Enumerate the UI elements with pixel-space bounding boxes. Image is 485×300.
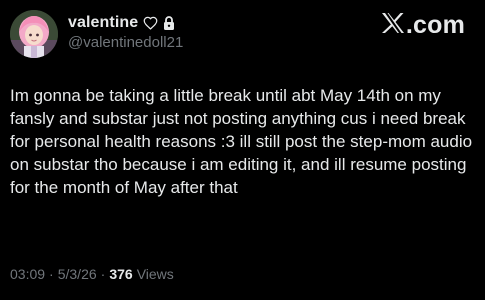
meta-separator: · — [49, 266, 54, 282]
views-count: 376 — [109, 266, 133, 282]
brand-logo: .com — [381, 12, 465, 39]
name-row: valentine — [68, 12, 175, 34]
avatar[interactable] — [10, 10, 58, 58]
views-label: Views — [136, 266, 174, 282]
tweet-date[interactable]: 5/3/26 — [58, 266, 97, 282]
tweet-meta: 03:09 · 5/3/26 · 376 Views — [10, 266, 174, 282]
lock-icon — [163, 16, 175, 30]
tweet-card: valentine @valentinedoll21 .com Im gonna… — [0, 0, 485, 300]
x-logo-icon — [381, 12, 405, 39]
avatar-image — [10, 10, 58, 58]
tweet-time[interactable]: 03:09 — [10, 266, 45, 282]
heart-outline-icon — [143, 16, 158, 30]
user-handle[interactable]: @valentinedoll21 — [68, 34, 183, 51]
display-name[interactable]: valentine — [68, 14, 138, 32]
tweet-text: Im gonna be taking a little break until … — [10, 86, 473, 197]
meta-separator-2: · — [100, 266, 106, 282]
brand-suffix: .com — [405, 11, 465, 39]
